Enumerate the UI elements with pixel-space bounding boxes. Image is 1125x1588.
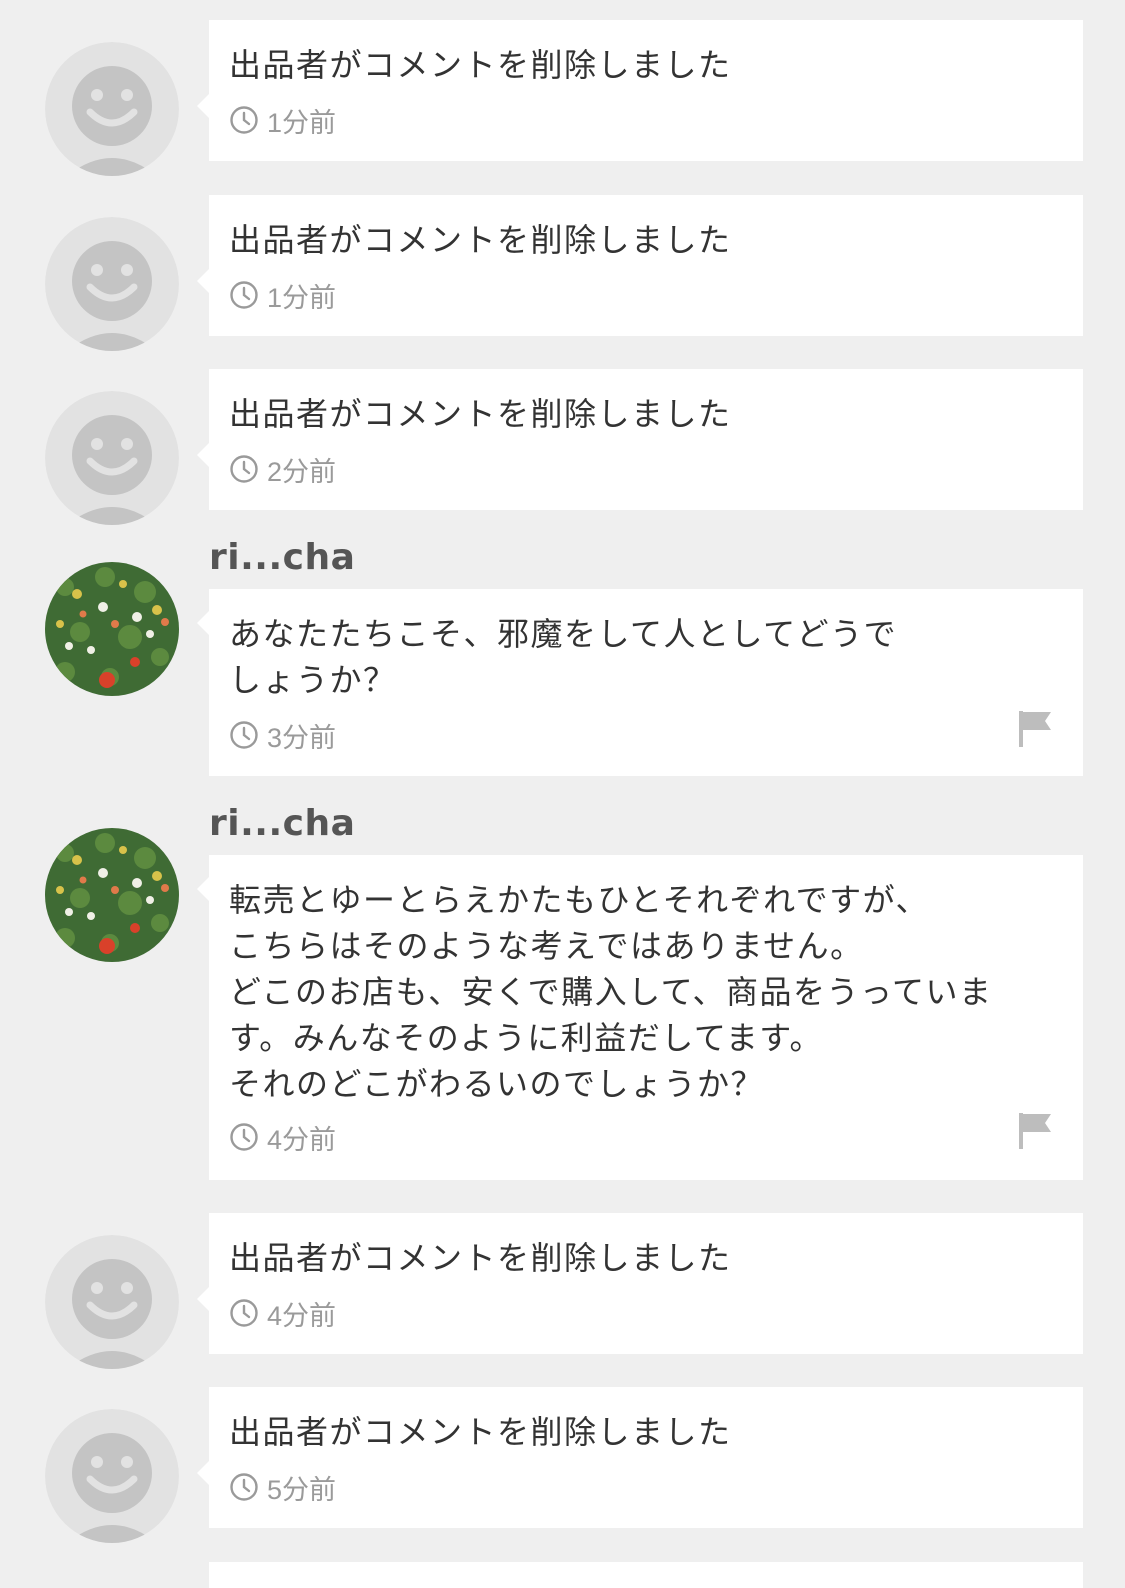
comment-time: 1分前 <box>229 277 336 313</box>
comment-text: 転売とゆーとらえかたもひとそれぞれですが、 こちらはそのような考えではありません… <box>229 881 993 1103</box>
smiley-avatar-icon <box>45 42 179 176</box>
comment-time: 4分前 <box>229 1119 336 1155</box>
time-label: 1分前 <box>267 282 337 313</box>
smiley-avatar-icon <box>45 217 179 351</box>
comment-bubble: 転売とゆーとらえかたもひとそれぞれですが、 こちらはそのような考えではありません… <box>197 855 1083 1180</box>
comment-bubble-partial <box>209 1562 1083 1588</box>
clock-icon <box>230 721 258 749</box>
comment-time: 4分前 <box>229 1295 336 1331</box>
comment-item: 出品者がコメントを削除しました 4分前 <box>0 1213 1125 1369</box>
default-avatar-icon[interactable] <box>45 391 179 525</box>
comment-username[interactable]: ri...cha <box>209 536 355 580</box>
comment-bubble: 出品者がコメントを削除しました 4分前 <box>197 1213 1083 1354</box>
comment-bubble: 出品者がコメントを削除しました 1分前 <box>197 20 1083 161</box>
clock-icon <box>230 1123 258 1151</box>
comment-bubble: あなたたちこそ、邪魔をして人としてどうで しょうか？ 3分前 <box>197 589 1083 776</box>
time-label: 1分前 <box>267 107 337 138</box>
comment-bubble: 出品者がコメントを削除しました 1分前 <box>197 195 1083 336</box>
clock-icon <box>230 106 258 134</box>
time-label: 3分前 <box>267 722 337 753</box>
time-label: 4分前 <box>267 1124 337 1155</box>
default-avatar-icon[interactable] <box>45 42 179 176</box>
comment-time: 1分前 <box>229 102 336 138</box>
smiley-avatar-icon <box>45 1235 179 1369</box>
time-label: 2分前 <box>267 456 337 487</box>
comment-item: 出品者がコメントを削除しました 2分前 <box>0 369 1125 525</box>
comment-item: 出品者がコメントを削除しました 1分前 <box>0 195 1125 351</box>
comment-text: 出品者がコメントを削除しました <box>229 1413 732 1451</box>
comment-text: 出品者がコメントを削除しました <box>229 395 732 433</box>
default-avatar-icon[interactable] <box>45 217 179 351</box>
comment-bubble: 出品者がコメントを削除しました 5分前 <box>197 1387 1083 1528</box>
comment-text: あなたたちこそ、邪魔をして人としてどうで しょうか？ <box>229 615 898 699</box>
comment-text: 出品者がコメントを削除しました <box>229 221 732 259</box>
comment-item: ri...cha <box>0 534 1125 779</box>
comment-time: 5分前 <box>229 1469 336 1505</box>
default-avatar-icon[interactable] <box>45 1235 179 1369</box>
time-label: 4分前 <box>267 1300 337 1331</box>
smiley-avatar-icon <box>45 391 179 525</box>
comment-item: 出品者がコメントを削除しました 5分前 <box>0 1387 1125 1543</box>
comment-item: ri...cha <box>0 800 1125 1185</box>
comment-time: 3分前 <box>229 717 336 753</box>
comment-text: 出品者がコメントを削除しました <box>229 46 732 84</box>
comment-bubble: 出品者がコメントを削除しました 2分前 <box>197 369 1083 510</box>
flower-field-avatar-image <box>45 562 179 696</box>
flower-field-avatar[interactable] <box>45 828 179 962</box>
flower-field-avatar-image <box>45 828 179 962</box>
flower-field-avatar[interactable] <box>45 562 179 696</box>
comment-time: 2分前 <box>229 451 336 487</box>
clock-icon <box>230 1473 258 1501</box>
time-label: 5分前 <box>267 1474 337 1505</box>
comment-item: 出品者がコメントを削除しました 1分前 <box>0 20 1125 176</box>
comment-text: 出品者がコメントを削除しました <box>229 1239 732 1277</box>
clock-icon <box>230 1299 258 1327</box>
default-avatar-icon[interactable] <box>45 1409 179 1543</box>
comment-list: 出品者がコメントを削除しました 1分前 出品者がコメントを削除しました 1分前 … <box>0 0 1125 1588</box>
flag-icon[interactable] <box>1017 1111 1053 1151</box>
clock-icon <box>230 455 258 483</box>
clock-icon <box>230 281 258 309</box>
comment-username[interactable]: ri...cha <box>209 802 355 846</box>
smiley-avatar-icon <box>45 1409 179 1543</box>
flag-icon[interactable] <box>1017 709 1053 749</box>
